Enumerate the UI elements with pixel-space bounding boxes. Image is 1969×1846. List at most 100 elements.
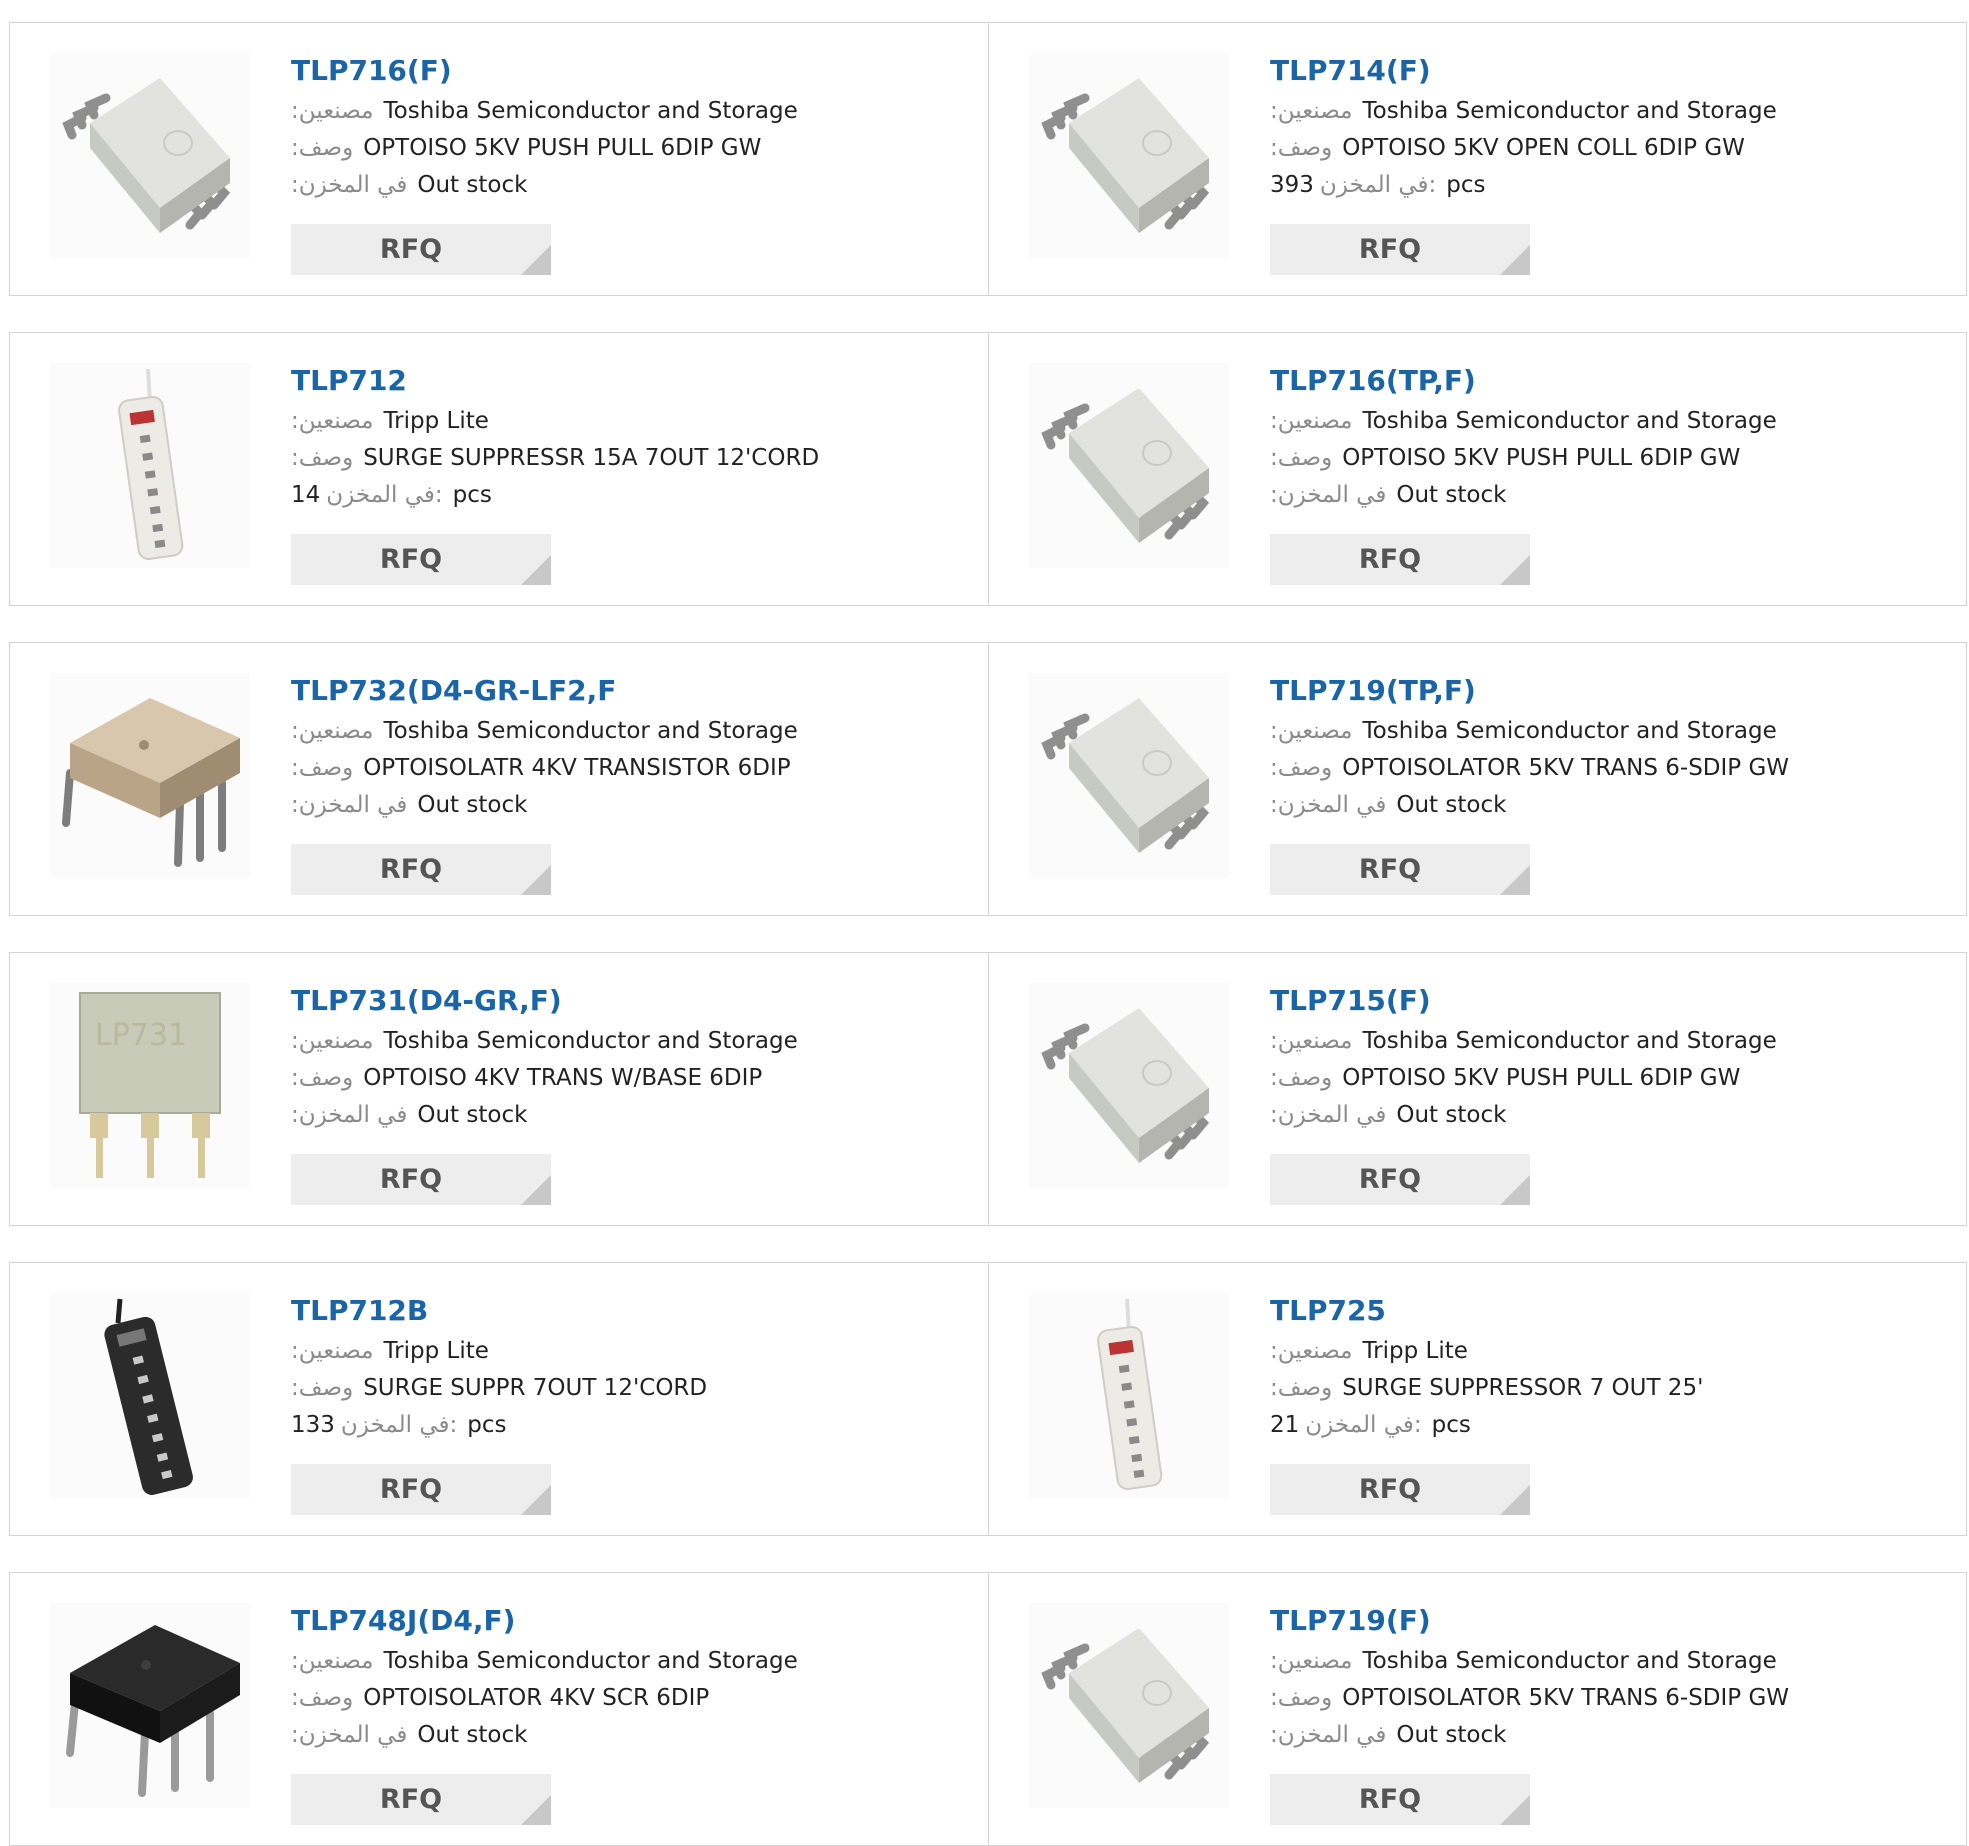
manufacturer-label: :مصنعين	[291, 1338, 374, 1364]
product-info: TLP716(TP,F):مصنعين Toshiba Semiconductor…	[1270, 363, 1950, 514]
manufacturer-label: :مصنعين	[291, 718, 374, 744]
product-name-link[interactable]: TLP714(F)	[1270, 53, 1950, 93]
description-line: :وصف SURGE SUPPRESSOR 7 OUT 25'	[1270, 1370, 1950, 1407]
rfq-button[interactable]: RFQ	[291, 1774, 551, 1825]
product-image[interactable]	[1029, 363, 1229, 572]
description-label: :وصف	[291, 1685, 354, 1711]
sdip-white-package-icon	[1029, 363, 1229, 572]
rfq-button[interactable]: RFQ	[1270, 844, 1530, 895]
product-name-link[interactable]: TLP715(F)	[1270, 983, 1950, 1023]
product-row: TLP732(D4-GR-LF2,F :مصنعين Toshiba Semicon…	[9, 642, 1967, 916]
manufacturer-label: :مصنعين	[291, 98, 374, 124]
product-info: TLP719(F):مصنعين Toshiba Semiconductor an…	[1270, 1603, 1950, 1754]
product-name-link[interactable]: TLP748J(D4,F)	[291, 1603, 971, 1643]
manufacturer-label: :مصنعين	[291, 1028, 374, 1054]
product-name-link[interactable]: TLP712	[291, 363, 971, 403]
rfq-label: RFQ	[379, 1474, 443, 1505]
manufacturer-value: Toshiba Semiconductor and Storage	[383, 98, 798, 124]
product-name-link[interactable]: TLP732(D4-GR-LF2,F	[291, 673, 971, 713]
rfq-button[interactable]: RFQ	[291, 1154, 551, 1205]
rfq-corner-decoration	[521, 1795, 551, 1825]
product-image[interactable]	[1029, 983, 1229, 1190]
stock-line: :في المخزن Out stock	[291, 1097, 971, 1134]
description-line: :وصف OPTOISO 5KV PUSH PULL 6DIP GW	[1270, 440, 1950, 477]
stock-line: :في المخزن Out stock	[1270, 1717, 1950, 1754]
rfq-button[interactable]: RFQ	[1270, 534, 1530, 585]
product-name-link[interactable]: TLP716(F)	[291, 53, 971, 93]
stock-value: Out stock	[1396, 482, 1507, 508]
description-value: OPTOISO 5KV PUSH PULL 6DIP GW	[1342, 1065, 1741, 1091]
rfq-corner-decoration	[521, 245, 551, 275]
product-image[interactable]	[1029, 673, 1229, 880]
manufacturer-line: :مصنعين Toshiba Semiconductor and Storage	[291, 1023, 971, 1060]
product-card: TLP716(TP,F):مصنعين Toshiba Semiconductor…	[988, 333, 1967, 605]
stock-quantity: 393	[1270, 172, 1314, 198]
rfq-corner-decoration	[521, 1485, 551, 1515]
product-image[interactable]	[50, 363, 250, 570]
manufacturer-value: Toshiba Semiconductor and Storage	[1362, 718, 1777, 744]
rfq-corner-decoration	[1500, 865, 1530, 895]
stock-label: :في المخزن	[291, 172, 408, 198]
product-image[interactable]	[1029, 53, 1229, 262]
product-image[interactable]	[50, 1603, 250, 1812]
description-label: :وصف	[291, 755, 354, 781]
stock-label: :في المخزن	[1270, 1722, 1387, 1748]
product-image[interactable]	[50, 1293, 250, 1500]
product-card: TLP712:مصنعين Tripp Lite:وصف SURGE SUPPRES…	[10, 333, 988, 605]
product-image[interactable]	[50, 673, 250, 880]
product-name-link[interactable]: TLP719(F)	[1270, 1603, 1950, 1643]
product-image[interactable]	[50, 53, 250, 260]
dip-black-package-icon	[50, 1603, 250, 1812]
manufacturer-value: Toshiba Semiconductor and Storage	[383, 718, 798, 744]
stock-line: 393 في المخزن: pcs	[1270, 167, 1950, 204]
product-image[interactable]: LP731	[50, 983, 250, 1190]
manufacturer-line: :مصنعين Toshiba Semiconductor and Storage	[1270, 403, 1950, 440]
rfq-label: RFQ	[379, 1164, 443, 1195]
product-image[interactable]	[1029, 1603, 1229, 1810]
stock-value: Out stock	[417, 1102, 528, 1128]
rfq-button[interactable]: RFQ	[1270, 224, 1530, 275]
description-value: OPTOISOLATOR 5KV TRANS 6-SDIP GW	[1342, 1685, 1790, 1711]
product-info: TLP715(F):مصنعين Toshiba Semiconductor an…	[1270, 983, 1950, 1134]
product-info: TLP719(TP,F) :مصنعين Toshiba Semiconductor…	[1270, 673, 1950, 824]
rfq-corner-decoration	[1500, 555, 1530, 585]
description-label: :وصف	[1270, 445, 1333, 471]
product-name-link[interactable]: TLP731(D4-GR,F)	[291, 983, 971, 1023]
manufacturer-label: :مصنعين	[1270, 1648, 1353, 1674]
rfq-button[interactable]: RFQ	[1270, 1774, 1530, 1825]
description-value: SURGE SUPPR 7OUT 12'CORD	[363, 1375, 708, 1401]
product-card: TLP748J(D4,F):مصنعين Toshiba Semiconducto…	[10, 1573, 988, 1845]
stock-quantity: 14	[291, 482, 321, 508]
rfq-label: RFQ	[379, 854, 443, 885]
product-card: LP731 TLP731(D4-GR,F):مصنعين Toshiba Semic…	[10, 953, 988, 1225]
product-image[interactable]	[1029, 1293, 1229, 1500]
rfq-button[interactable]: RFQ	[291, 1464, 551, 1515]
rfq-button[interactable]: RFQ	[291, 844, 551, 895]
product-info: TLP748J(D4,F):مصنعين Toshiba Semiconducto…	[291, 1603, 971, 1754]
rfq-button[interactable]: RFQ	[1270, 1464, 1530, 1515]
product-card: TLP719(TP,F) :مصنعين Toshiba Semiconductor…	[988, 643, 1967, 915]
description-label: :وصف	[291, 1375, 354, 1401]
description-label: :وصف	[1270, 1685, 1333, 1711]
sdip-white-package-icon	[1029, 53, 1229, 262]
manufacturer-value: Toshiba Semiconductor and Storage	[1362, 98, 1777, 124]
product-row: TLP712B:مصنعين Tripp Lite:وصف SURGE SUPPR …	[9, 1262, 1967, 1536]
stock-line: 133 في المخزن: pcs	[291, 1407, 971, 1444]
product-name-link[interactable]: TLP716(TP,F)	[1270, 363, 1950, 403]
stock-label: :في المخزن	[1270, 1102, 1387, 1128]
product-name-link[interactable]: TLP725	[1270, 1293, 1950, 1333]
manufacturer-label: :مصنعين	[1270, 718, 1353, 744]
rfq-button[interactable]: RFQ	[1270, 1154, 1530, 1205]
stock-line: :في المخزن Out stock	[1270, 477, 1950, 514]
rfq-corner-decoration	[1500, 1175, 1530, 1205]
rfq-corner-decoration	[521, 1175, 551, 1205]
product-info: TLP725:مصنعين Tripp Lite:وصف SURGE SUPPRES…	[1270, 1293, 1950, 1444]
manufacturer-label: :مصنعين	[1270, 1338, 1353, 1364]
rfq-corner-decoration	[1500, 1795, 1530, 1825]
product-name-link[interactable]: TLP719(TP,F)	[1270, 673, 1950, 713]
rfq-button[interactable]: RFQ	[291, 224, 551, 275]
product-name-link[interactable]: TLP712B	[291, 1293, 971, 1333]
manufacturer-value: Toshiba Semiconductor and Storage	[1362, 408, 1777, 434]
description-value: OPTOISO 5KV PUSH PULL 6DIP GW	[363, 135, 762, 161]
rfq-button[interactable]: RFQ	[291, 534, 551, 585]
